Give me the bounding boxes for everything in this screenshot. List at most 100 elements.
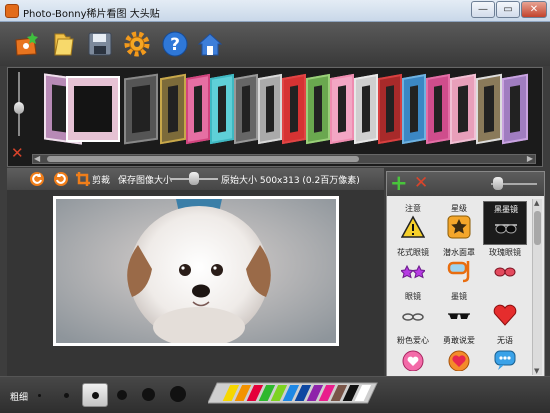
folder-icon — [54, 33, 74, 56]
dog-photo[interactable] — [56, 199, 336, 343]
photo-canvas[interactable] — [7, 190, 384, 376]
sticker-item-rose-glasses[interactable]: 玫瑰眼镜 — [483, 245, 527, 289]
minimize-button[interactable]: — — [471, 1, 495, 18]
open-folder-button[interactable] — [50, 30, 78, 58]
original-size-label: 原始大小 500x313 (0.2百万像素) — [221, 176, 360, 186]
sticker-label: 黑墨镜 — [494, 205, 518, 214]
sticker-panel: + ✕ 注意 星级 黑墨镜 花式眼镜 潜水面罩 玫瑰眼镜 眼镜 墨镜 粉色爱心 … — [386, 171, 545, 377]
frame-thumbnail[interactable] — [426, 73, 450, 145]
sticker-item-star[interactable]: 星级 — [437, 201, 481, 245]
slider-thumb[interactable] — [14, 102, 24, 114]
sticker-item-pink-heart[interactable]: 粉色爱心 — [391, 333, 435, 375]
svg-text:?: ? — [170, 35, 180, 55]
frame-thumbnail[interactable] — [306, 73, 330, 145]
brush-size-2[interactable] — [64, 393, 69, 398]
sticker-label: 潜水面罩 — [443, 248, 475, 257]
brush-size-6[interactable] — [170, 386, 186, 402]
save-size-slider-thumb[interactable] — [189, 172, 199, 185]
speech-bubble-icon — [494, 350, 516, 370]
scroll-up-arrow-icon[interactable]: ▲ — [534, 199, 539, 207]
photo-frame — [53, 196, 339, 346]
sticker-label: 星级 — [451, 204, 467, 213]
rotate-right-icon[interactable] — [53, 171, 69, 187]
save-size-label: 保存图像大小 — [118, 176, 173, 186]
frame-filmstrip: ✕ ◀ ▶ — [7, 67, 543, 167]
scroll-left-arrow-icon[interactable]: ◀ — [34, 154, 40, 163]
frame-thumbnail[interactable] — [124, 73, 158, 145]
frame-thumbnail[interactable] — [450, 73, 476, 145]
help-button[interactable]: ? — [161, 30, 189, 58]
save-icon — [88, 32, 112, 56]
title-bar: Photo-Bonny稀片看图 大头贴 — ▭ ✕ — [0, 0, 550, 22]
brush-size-4[interactable] — [117, 390, 127, 400]
app-icon — [5, 4, 19, 18]
window-title: Photo-Bonny稀片看图 大头贴 — [23, 9, 160, 20]
frame-thumbnail[interactable] — [502, 73, 528, 145]
frame-thumbnail[interactable] — [66, 76, 120, 142]
save-button[interactable] — [86, 30, 114, 58]
frame-thumbnail[interactable] — [282, 73, 306, 145]
puppy-image — [56, 199, 336, 343]
frame-thumbnail[interactable] — [476, 73, 502, 145]
scrollbar-thumb[interactable] — [47, 156, 359, 162]
add-sticker-icon[interactable]: + — [390, 173, 408, 194]
sticker-label: 眼镜 — [405, 292, 421, 301]
close-button[interactable]: ✕ — [521, 1, 547, 18]
frame-thumbnail[interactable] — [258, 73, 282, 145]
sticker-grid: 注意 星级 黑墨镜 花式眼镜 潜水面罩 玫瑰眼镜 眼镜 墨镜 粉色爱心 勇敢说爱… — [389, 199, 531, 375]
sticker-item-diving-mask[interactable]: 潜水面罩 — [437, 245, 481, 289]
scroll-down-arrow-icon[interactable]: ▼ — [534, 367, 539, 375]
sticker-item-black-sunglasses[interactable]: 黑墨镜 — [483, 201, 527, 245]
main-toolbar: ? — [0, 22, 550, 66]
filmstrip-thumbnails[interactable] — [30, 70, 538, 152]
crop-icon[interactable] — [75, 171, 91, 187]
sticker-item-warning[interactable]: 注意 — [391, 201, 435, 245]
rotate-left-icon[interactable] — [29, 171, 45, 187]
brush-toolbar: 粗细 — [0, 376, 550, 413]
frame-thumbnail[interactable] — [186, 73, 210, 145]
delete-sticker-icon[interactable]: ✕ — [414, 174, 428, 193]
sticker-item-glasses[interactable]: 眼镜 — [391, 289, 435, 333]
love-heart-icon — [448, 350, 470, 371]
settings-button[interactable] — [123, 30, 151, 58]
filmstrip-scrollbar[interactable]: ◀ ▶ — [32, 154, 536, 164]
sticker-label: 玫瑰眼镜 — [489, 248, 521, 257]
delete-frame-icon[interactable]: ✕ — [11, 146, 25, 161]
filmstrip-zoom-slider[interactable] — [11, 72, 27, 136]
brush-size-1[interactable] — [38, 394, 41, 397]
frame-thumbnail[interactable] — [210, 73, 234, 145]
rose-glasses-icon — [494, 267, 516, 277]
crop-label[interactable]: 剪裁 — [92, 173, 110, 186]
open-photo-button[interactable] — [12, 30, 40, 58]
sticker-item-red-heart[interactable] — [483, 289, 527, 333]
glasses-icon — [402, 313, 424, 321]
frame-thumbnail[interactable] — [402, 73, 426, 145]
sticker-label: 无语 — [497, 336, 513, 345]
brush-size-3[interactable] — [92, 392, 99, 399]
sticker-scrollbar[interactable]: ▲ ▼ — [532, 199, 542, 375]
warning-icon — [401, 215, 425, 238]
frame-thumbnail[interactable] — [354, 73, 378, 145]
sticker-label: 注意 — [405, 204, 421, 213]
sticker-size-slider-thumb[interactable] — [493, 177, 503, 190]
sticker-item-speech-bubble[interactable]: 无语 — [483, 333, 527, 375]
star-badge-icon — [447, 215, 471, 239]
color-pencils[interactable] — [208, 381, 384, 411]
brush-size-5[interactable] — [142, 388, 155, 401]
home-button[interactable] — [196, 30, 224, 58]
restore-button[interactable]: ▭ — [496, 1, 520, 18]
scroll-right-arrow-icon[interactable]: ▶ — [527, 154, 533, 163]
open-photo-icon — [15, 32, 38, 56]
sticker-label: 勇敢说爱 — [443, 336, 475, 345]
frame-thumbnail[interactable] — [160, 73, 186, 145]
sticker-item-fancy-glasses[interactable]: 花式眼镜 — [391, 245, 435, 289]
sticker-panel-toolbar: + ✕ — [387, 172, 544, 196]
frame-thumbnail[interactable] — [234, 73, 258, 145]
scrollbar-thumb[interactable] — [534, 211, 541, 245]
frame-thumbnail[interactable] — [330, 73, 354, 145]
fancy-glasses-icon — [401, 264, 425, 279]
brush-size-label: 粗细 — [10, 393, 29, 403]
frame-thumbnail[interactable] — [378, 73, 402, 145]
sticker-item-love-heart[interactable]: 勇敢说爱 — [437, 333, 481, 375]
sticker-item-sunglasses[interactable]: 墨镜 — [437, 289, 481, 333]
